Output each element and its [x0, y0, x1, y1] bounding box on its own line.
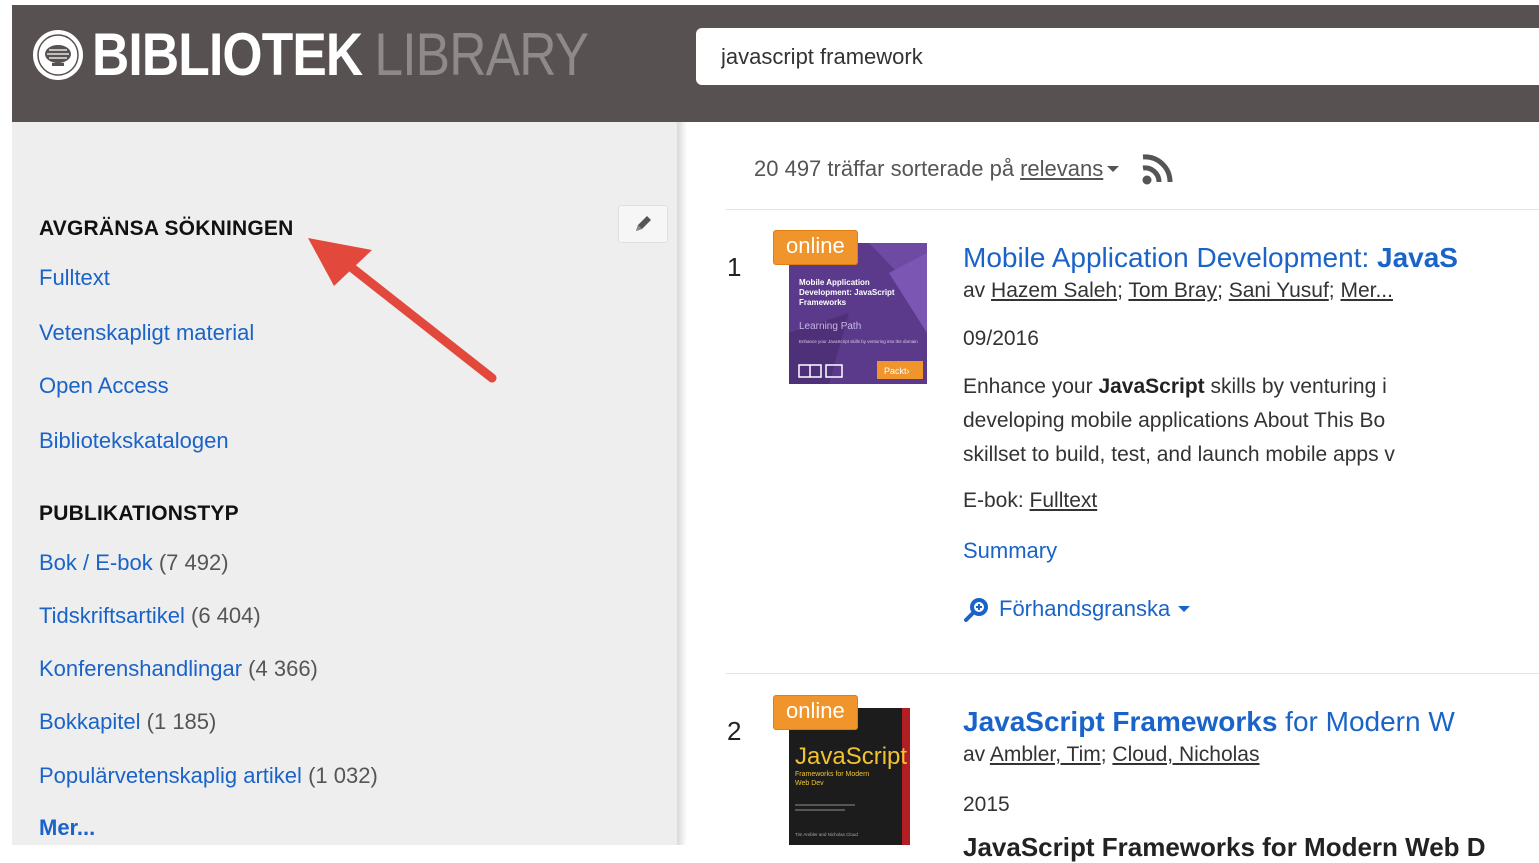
- pubtype-count: (7 492): [158, 550, 229, 575]
- divider: [726, 209, 1539, 210]
- search-input[interactable]: [696, 28, 1539, 85]
- column-divider: [677, 122, 687, 845]
- caret-down-icon[interactable]: [1107, 166, 1120, 172]
- cover-subtitle: Web Dev: [795, 780, 824, 787]
- cover-title-line: Frameworks: [799, 298, 847, 307]
- cover-publisher: Packt›: [884, 366, 910, 376]
- cover-title-line: Mobile Application: [799, 278, 870, 287]
- result-title-plain: Mobile Application Development:: [963, 242, 1370, 273]
- result-description: Enhance your JavaScript skills by ventur…: [963, 370, 1539, 472]
- preview-dropdown[interactable]: Förhandsgranska: [963, 596, 1191, 622]
- desc-highlight: JavaScript: [1098, 375, 1205, 398]
- brand-strong: BIBLIOTEK: [92, 21, 363, 88]
- edit-facets-button[interactable]: [618, 205, 668, 243]
- facet-scholarly[interactable]: Vetenskapligt material: [39, 320, 254, 346]
- divider: [726, 673, 1539, 674]
- result-authors: av Ambler, Tim; Cloud, Nicholas: [963, 743, 1260, 766]
- refine-heading: AVGRÄNSA SÖKNINGEN: [39, 217, 294, 240]
- result-title-link[interactable]: JavaScript Frameworks for Modern W: [963, 706, 1455, 738]
- description-line: developing mobile applications About Thi…: [963, 409, 1386, 432]
- author-link[interactable]: Hazem Saleh: [991, 279, 1117, 302]
- cover-title: JavaScript: [795, 743, 907, 770]
- pubtype-label: Tidskriftsartikel: [39, 603, 185, 628]
- result-number: 2: [727, 716, 742, 746]
- result-date: 09/2016: [963, 327, 1039, 350]
- facet-open-access[interactable]: Open Access: [39, 373, 169, 399]
- result-title-bold: JavaScript Frameworks: [963, 706, 1278, 737]
- result-authors: av Hazem Saleh; Tom Bray; Sani Yusuf; Me…: [963, 279, 1393, 302]
- pubtype-heading: PUBLIKATIONSTYP: [39, 502, 239, 525]
- desc-text: Enhance your: [963, 375, 1093, 398]
- result-format: E-bok: Fulltext: [963, 489, 1097, 513]
- more-pubtypes-link[interactable]: Mer...: [39, 815, 95, 841]
- cover-subtitle: Frameworks for Modern: [795, 771, 869, 778]
- cover-title-line: Development: JavaScript: [799, 288, 895, 297]
- annotation-arrow-icon: [308, 238, 497, 383]
- result-title-plain: for Modern W: [1285, 706, 1455, 737]
- preview-label: Förhandsgranska: [999, 596, 1171, 621]
- online-badge: online: [774, 231, 857, 264]
- cover-authors: Tim Ambler and Nicholas Cloud: [795, 832, 858, 837]
- result-number: 1: [727, 252, 742, 282]
- pubtype-item[interactable]: Bokkapitel (1 185): [39, 709, 216, 735]
- online-badge: online: [774, 696, 857, 729]
- rss-icon[interactable]: [1139, 152, 1180, 186]
- preview-magnifier-icon: [964, 598, 988, 622]
- pubtype-label: Populärvetenskaplig artikel: [39, 763, 302, 788]
- summary-toggle[interactable]: Summary: [963, 538, 1057, 564]
- more-authors-link[interactable]: Mer...: [1340, 279, 1393, 302]
- brand-wordmark: BIBLIOTEK LIBRARY: [92, 25, 589, 85]
- author-link[interactable]: Sani Yusuf: [1229, 279, 1329, 302]
- author-link[interactable]: Ambler, Tim: [990, 743, 1101, 766]
- pencil-icon: [636, 216, 651, 231]
- description-line: skillset to build, test, and launch mobi…: [963, 443, 1395, 466]
- pubtype-label: Konferenshandlingar: [39, 656, 243, 681]
- pubtype-label: Bok / E-bok: [39, 550, 153, 575]
- pubtype-count: (1 032): [308, 763, 378, 788]
- pubtype-label: Bokkapitel: [39, 709, 141, 734]
- library-logo[interactable]: BIBLIOTEK LIBRARY: [32, 25, 669, 85]
- pubtype-count: (6 404): [191, 603, 261, 628]
- author-link[interactable]: Cloud, Nicholas: [1112, 743, 1259, 766]
- results-count-text: 20 497 träffar sorterade på: [754, 156, 1015, 181]
- refine-sidebar: AVGRÄNSA SÖKNINGEN Fulltext Vetenskaplig…: [12, 122, 677, 845]
- book-cover[interactable]: Mobile Application Development: JavaScri…: [789, 243, 929, 386]
- fulltext-link[interactable]: Fulltext: [1030, 489, 1098, 512]
- result-title-link[interactable]: Mobile Application Development: JavaS: [963, 242, 1458, 274]
- university-seal-icon: [32, 29, 84, 81]
- format-label: E-bok:: [963, 489, 1024, 512]
- caret-down-icon: [1178, 606, 1191, 612]
- results-summary: 20 497 träffar sorterade på relevans: [754, 152, 1180, 186]
- sort-dropdown[interactable]: relevans: [1020, 156, 1103, 182]
- pubtype-item[interactable]: Bok / E-bok (7 492): [39, 550, 229, 576]
- desc-text: skills by venturing i: [1210, 375, 1387, 398]
- pubtype-item[interactable]: Konferenshandlingar (4 366): [39, 656, 318, 682]
- pubtype-item[interactable]: Tidskriftsartikel (6 404): [39, 603, 261, 629]
- cover-blurb: Enhance your JavaScript skills by ventur…: [799, 339, 918, 344]
- description-line: Enhance your JavaScript skills by ventur…: [963, 370, 1539, 404]
- pubtype-count: (4 366): [248, 656, 318, 681]
- author-link[interactable]: Tom Bray: [1128, 279, 1217, 302]
- facet-fulltext[interactable]: Fulltext: [39, 265, 110, 291]
- result-title-bold: JavaS: [1377, 242, 1458, 273]
- site-header: BIBLIOTEK LIBRARY: [12, 5, 1539, 122]
- pubtype-item[interactable]: Populärvetenskaplig artikel (1 032): [39, 763, 378, 789]
- pubtype-count: (1 185): [146, 709, 217, 734]
- cutoff-description: JavaScript Frameworks for Modern Web D: [963, 832, 1486, 862]
- by-label: av: [963, 279, 986, 302]
- by-label: av: [963, 743, 986, 766]
- cover-subtitle: Learning Path: [799, 321, 861, 332]
- result-date: 2015: [963, 793, 1010, 816]
- facet-catalog[interactable]: Bibliotekskatalogen: [39, 428, 229, 454]
- brand-light: LIBRARY: [374, 21, 589, 88]
